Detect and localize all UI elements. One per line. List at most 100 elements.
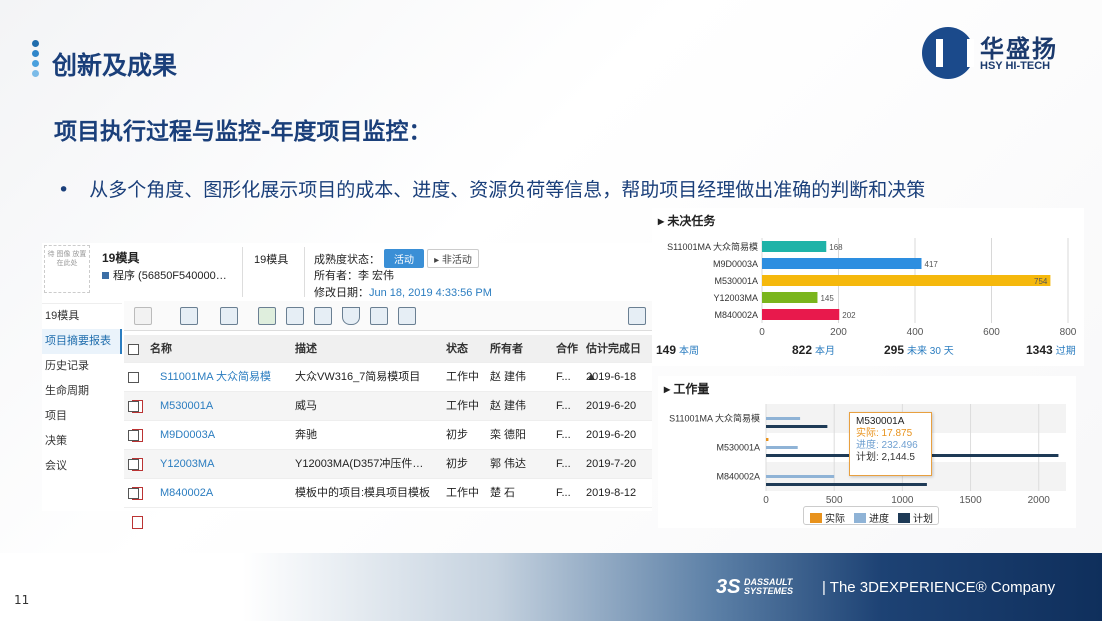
- select-all-icon[interactable]: [370, 307, 388, 325]
- bar: [762, 258, 922, 269]
- sidebar-item-19-mold[interactable]: 19模具: [42, 304, 122, 329]
- sidebar-item-decision[interactable]: 决策: [42, 429, 122, 454]
- data-label: 754: [1034, 277, 1048, 286]
- pending-tasks-title: ▸ 未决任务: [658, 214, 716, 228]
- stat-overdue[interactable]: 1343 过期: [1026, 342, 1076, 357]
- category-label: M530001A: [714, 276, 758, 286]
- x-tick-label: 2000: [1028, 495, 1051, 506]
- bar-1: [766, 417, 801, 420]
- sidebar-item-meeting[interactable]: 会议: [42, 454, 122, 479]
- table-row[interactable]: M840002A 模板中的项目:模具项目模板 工作中 楚 石 F... 2019…: [124, 479, 652, 529]
- filter-icon[interactable]: [342, 307, 360, 325]
- row-date: 2019-6-20: [586, 400, 637, 412]
- sidebar-item-summary-report[interactable]: 项目摘要报表: [42, 329, 122, 354]
- table-view-icon[interactable]: [220, 307, 238, 325]
- table-row[interactable]: S11001MA 大众简易模 大众VW316_7简易模项目 工作中 赵 建伟 F…: [124, 363, 652, 413]
- row-status: 初步: [446, 429, 468, 441]
- col-date[interactable]: 估计完成日▲: [584, 335, 648, 383]
- workload-title-text: 工作量: [673, 382, 710, 396]
- row-owner: 郭 伟达: [490, 458, 527, 470]
- workload-title: ▸ 工作量: [664, 382, 710, 396]
- bar-0: [766, 438, 769, 441]
- category-label: S11001MA 大众简易模: [669, 413, 760, 424]
- page-number: 11: [14, 593, 30, 607]
- row-checkbox[interactable]: [128, 458, 139, 470]
- x-tick-label: 0: [759, 327, 765, 338]
- project-link[interactable]: Y12003MA: [160, 458, 214, 470]
- project-app-screenshot: 待 图像 放置 在此处 19模具 程序 (56850F540000… 19模具 …: [42, 243, 652, 529]
- new-document-icon[interactable]: [134, 307, 152, 325]
- row-status: 工作中: [446, 371, 479, 383]
- maturity-state: 成熟度状态： 活动 ▸ 非活动: [314, 249, 479, 268]
- stat-next-30-days[interactable]: 295 未来 30 天: [884, 342, 954, 357]
- row-date: 2019-6-20: [586, 429, 637, 441]
- tools-icon[interactable]: [398, 307, 416, 325]
- hierarchy-add-icon[interactable]: [286, 307, 304, 325]
- image-placeholder: 待 图像 放置 在此处: [44, 245, 90, 293]
- row-select-cell: [124, 450, 150, 500]
- bullet-marker: •: [58, 179, 70, 201]
- dassault-tagline: | The 3DEXPERIENCE® Company: [822, 579, 1056, 596]
- sidebar-item-history[interactable]: 历史记录: [42, 354, 122, 379]
- workload-legend: 实际 进度 计划: [803, 506, 939, 525]
- tooltip-plan: 计划: 2,144.5: [856, 452, 915, 463]
- bar-2: [766, 425, 828, 428]
- col-name[interactable]: 名称: [150, 335, 292, 362]
- stat-this-month[interactable]: 822 本月: [792, 342, 835, 357]
- stat-this-week[interactable]: 149 本周: [656, 342, 699, 357]
- object-name: 19模具: [102, 251, 140, 265]
- category-label: Y12003MA: [713, 293, 758, 303]
- project-link[interactable]: S11001MA 大众简易模: [160, 371, 271, 383]
- sidebar-item-project[interactable]: 项目: [42, 404, 122, 429]
- col-status[interactable]: 状态: [444, 335, 488, 362]
- category-label: M530001A: [716, 443, 760, 453]
- program-text: 程序 (56850F540000…: [113, 270, 227, 282]
- row-desc: 大众VW316_7简易模项目: [295, 371, 421, 383]
- x-tick-label: 200: [830, 327, 847, 338]
- row-coop: F...: [556, 371, 571, 383]
- table-row[interactable]: M9D0003A 奔驰 初步 栾 德阳 F... 2019-6-20: [124, 421, 652, 471]
- row-coop: F...: [556, 458, 571, 470]
- sidebar-item-lifecycle[interactable]: 生命周期: [42, 379, 122, 404]
- project-link[interactable]: M840002A: [160, 487, 213, 499]
- hsy-logo: 华盛扬 HSY HI-TECH: [922, 27, 1082, 79]
- table-row[interactable]: Y12003MA Y12003MA(D357冲压件… 初步 郭 伟达 F... …: [124, 450, 652, 500]
- legend-plan[interactable]: 计划: [898, 510, 933, 525]
- row-checkbox[interactable]: [128, 371, 139, 383]
- data-label: 417: [925, 260, 939, 269]
- row-owner: 赵 建伟: [490, 400, 527, 412]
- legend-swatch-progress: [854, 513, 866, 523]
- x-tick-label: 1000: [891, 495, 914, 506]
- row-checkbox[interactable]: [128, 429, 139, 441]
- bullet-text: 从多个角度、图形化展示项目的成本、进度、资源负荷等信息，帮助项目经理做出准确的判…: [89, 179, 926, 201]
- search-report-icon[interactable]: [628, 307, 646, 325]
- table-row[interactable]: M530001A 威马 工作中 赵 建伟 F... 2019-6-20: [124, 392, 652, 442]
- bar: [762, 309, 840, 320]
- row-name-cell: M530001A: [150, 392, 292, 420]
- row-name-cell: M9D0003A: [150, 421, 292, 449]
- inactive-state-button[interactable]: ▸ 非活动: [427, 249, 479, 268]
- x-tick-label: 800: [1060, 327, 1077, 338]
- legend-progress[interactable]: 进度: [854, 510, 889, 525]
- category-label: M840002A: [716, 472, 760, 482]
- export-icon[interactable]: [314, 307, 332, 325]
- category-label: M840002A: [714, 310, 758, 320]
- legend-swatch-plan: [898, 513, 910, 523]
- project-link[interactable]: M530001A: [160, 400, 213, 412]
- project-table: 名称 描述 状态 所有者 合作 估计完成日▲ S11001MA 大众简易模 大众…: [124, 335, 652, 529]
- checklist-icon[interactable]: [258, 307, 276, 325]
- row-checkbox[interactable]: [128, 400, 139, 412]
- col-owner[interactable]: 所有者: [488, 335, 554, 362]
- row-select-cell: [124, 392, 150, 442]
- row-checkbox[interactable]: [128, 487, 139, 499]
- project-link[interactable]: M9D0003A: [160, 429, 215, 441]
- edit-table-icon[interactable]: [180, 307, 198, 325]
- col-desc[interactable]: 描述: [292, 335, 444, 362]
- select-all-checkbox[interactable]: [128, 343, 139, 355]
- row-name-cell: S11001MA 大众简易模: [150, 363, 292, 391]
- modified-label: 修改日期：: [314, 287, 369, 299]
- section-dots-decoration: [32, 40, 40, 80]
- col-coop[interactable]: 合作: [554, 335, 584, 362]
- active-state-button[interactable]: 活动: [384, 249, 424, 268]
- legend-actual[interactable]: 实际: [810, 510, 845, 525]
